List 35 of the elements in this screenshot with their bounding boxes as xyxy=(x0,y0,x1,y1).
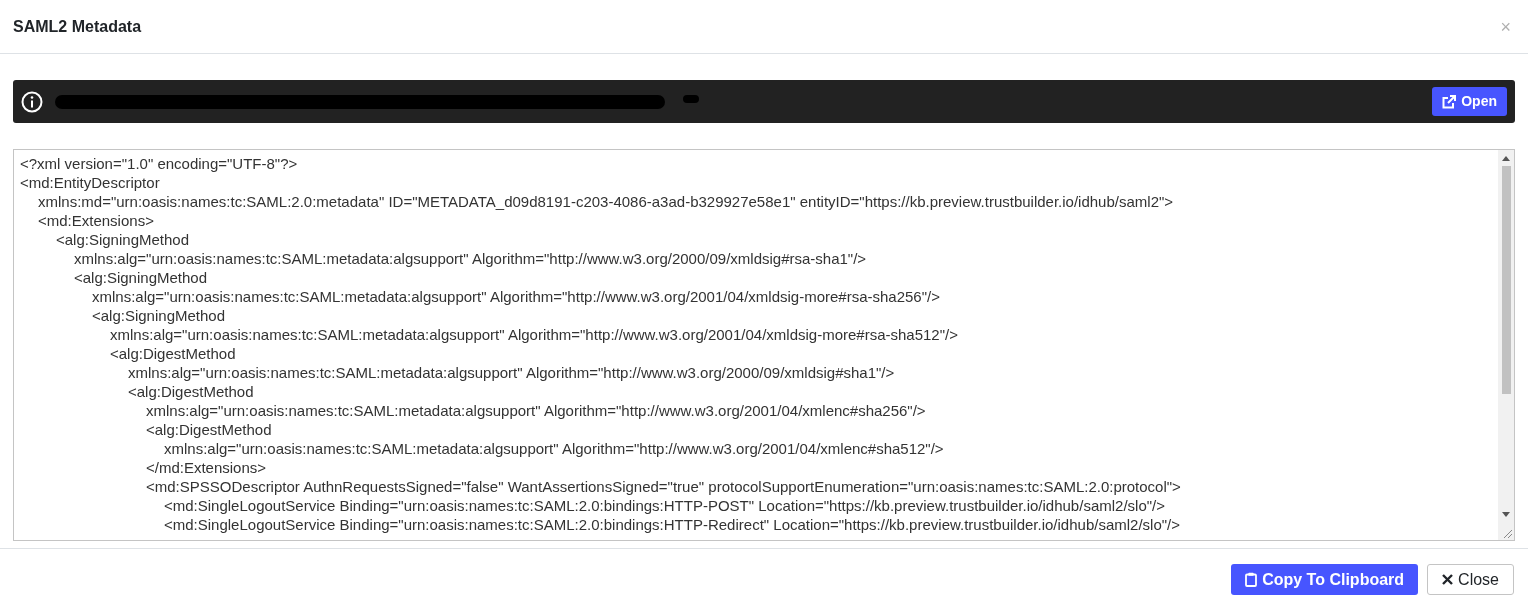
close-button[interactable]: Close xyxy=(1427,564,1514,595)
code-line: xmlns:alg="urn:oasis:names:tc:SAML:metadata:algsupport" Algorithm="http://www.w3.org/2001/04/xmlenc#sha512"/> xyxy=(164,439,944,458)
code-line: xmlns:md="urn:oasis:names:tc:SAML:2.0:metadata" ID="METADATA_d09d8191-c203-4086-a3ad-b329927e58e1" entityID="https://kb.preview.trustbuilder.io/idhub/saml2"> xyxy=(38,192,1174,211)
open-button[interactable]: Open xyxy=(1432,87,1507,116)
code-line: <alg:SigningMethod xyxy=(92,306,225,325)
code-line: xmlns:alg="urn:oasis:names:tc:SAML:metadata:algsupport" Algorithm="http://www.w3.org/2000/09/xmldsig#rsa-sha1"/> xyxy=(74,249,867,268)
code-line: <?xml version="1.0" encoding="UTF-8"?> xyxy=(20,154,298,173)
external-link-icon xyxy=(1442,94,1457,109)
code-line: <alg:DigestMethod xyxy=(110,344,236,363)
clipboard-icon xyxy=(1245,572,1258,587)
scroll-up-icon[interactable] xyxy=(1502,155,1510,161)
copy-button[interactable]: Copy To Clipboard xyxy=(1231,564,1419,595)
code-line: xmlns:alg="urn:oasis:names:tc:SAML:metadata:algsupport" Algorithm="http://www.w3.org/2001/04/xmlenc#sha256"/> xyxy=(146,401,926,420)
code-line: xmlns:alg="urn:oasis:names:tc:SAML:metadata:algsupport" Algorithm="http://www.w3.org/2001/04/xmldsig-more#rsa-sha256"/> xyxy=(92,287,940,306)
code-line: <alg:DigestMethod xyxy=(146,420,272,439)
code-line: <md:SPSSODescriptor AuthnRequestsSigned="false" WantAssertionsSigned="true" protocolSupportEnumeration="urn:oasis:names:tc:SAML:2.0:protocol"> xyxy=(146,477,1181,496)
scrollbar-thumb[interactable] xyxy=(1501,166,1511,394)
metadata-textarea[interactable] xyxy=(13,149,1515,541)
code-line: </md:Extensions> xyxy=(146,458,267,477)
code-line: <alg:DigestMethod xyxy=(128,382,254,401)
code-line: xmlns:alg="urn:oasis:names:tc:SAML:metadata:algsupport" Algorithm="http://www.w3.org/2000/09/xmldsig#sha1"/> xyxy=(128,363,895,382)
dialog-title: SAML2 Metadata xyxy=(13,16,142,37)
scroll-down-icon[interactable] xyxy=(1502,512,1510,518)
code-line: <md:SingleLogoutService Binding="urn:oasis:names:tc:SAML:2.0:bindings:HTTP-POST" Location="https://kb.preview.trustbuilder.io/idhub/saml2/slo"/> xyxy=(164,496,1165,515)
scrollbar[interactable] xyxy=(1498,150,1514,540)
redaction-dots xyxy=(683,94,699,103)
info-icon xyxy=(21,90,43,113)
code-line: <alg:SigningMethod xyxy=(74,268,207,287)
code-line: <md:SingleLogoutService Binding="urn:oasis:names:tc:SAML:2.0:bindings:HTTP-Redirect" Location="https://kb.preview.trustbuilder.io/idhub/saml2/slo"/> xyxy=(164,515,1180,534)
resize-grip-icon[interactable] xyxy=(1503,529,1513,539)
close-icon xyxy=(1442,574,1454,585)
code-line: <md:EntityDescriptor xyxy=(20,173,160,192)
code-line: <md:Extensions> xyxy=(38,211,154,230)
code-line: xmlns:alg="urn:oasis:names:tc:SAML:metadata:algsupport" Algorithm="http://www.w3.org/2001/04/xmldsig-more#rsa-sha512"/> xyxy=(110,325,958,344)
code-line: <alg:SigningMethod xyxy=(56,230,189,249)
